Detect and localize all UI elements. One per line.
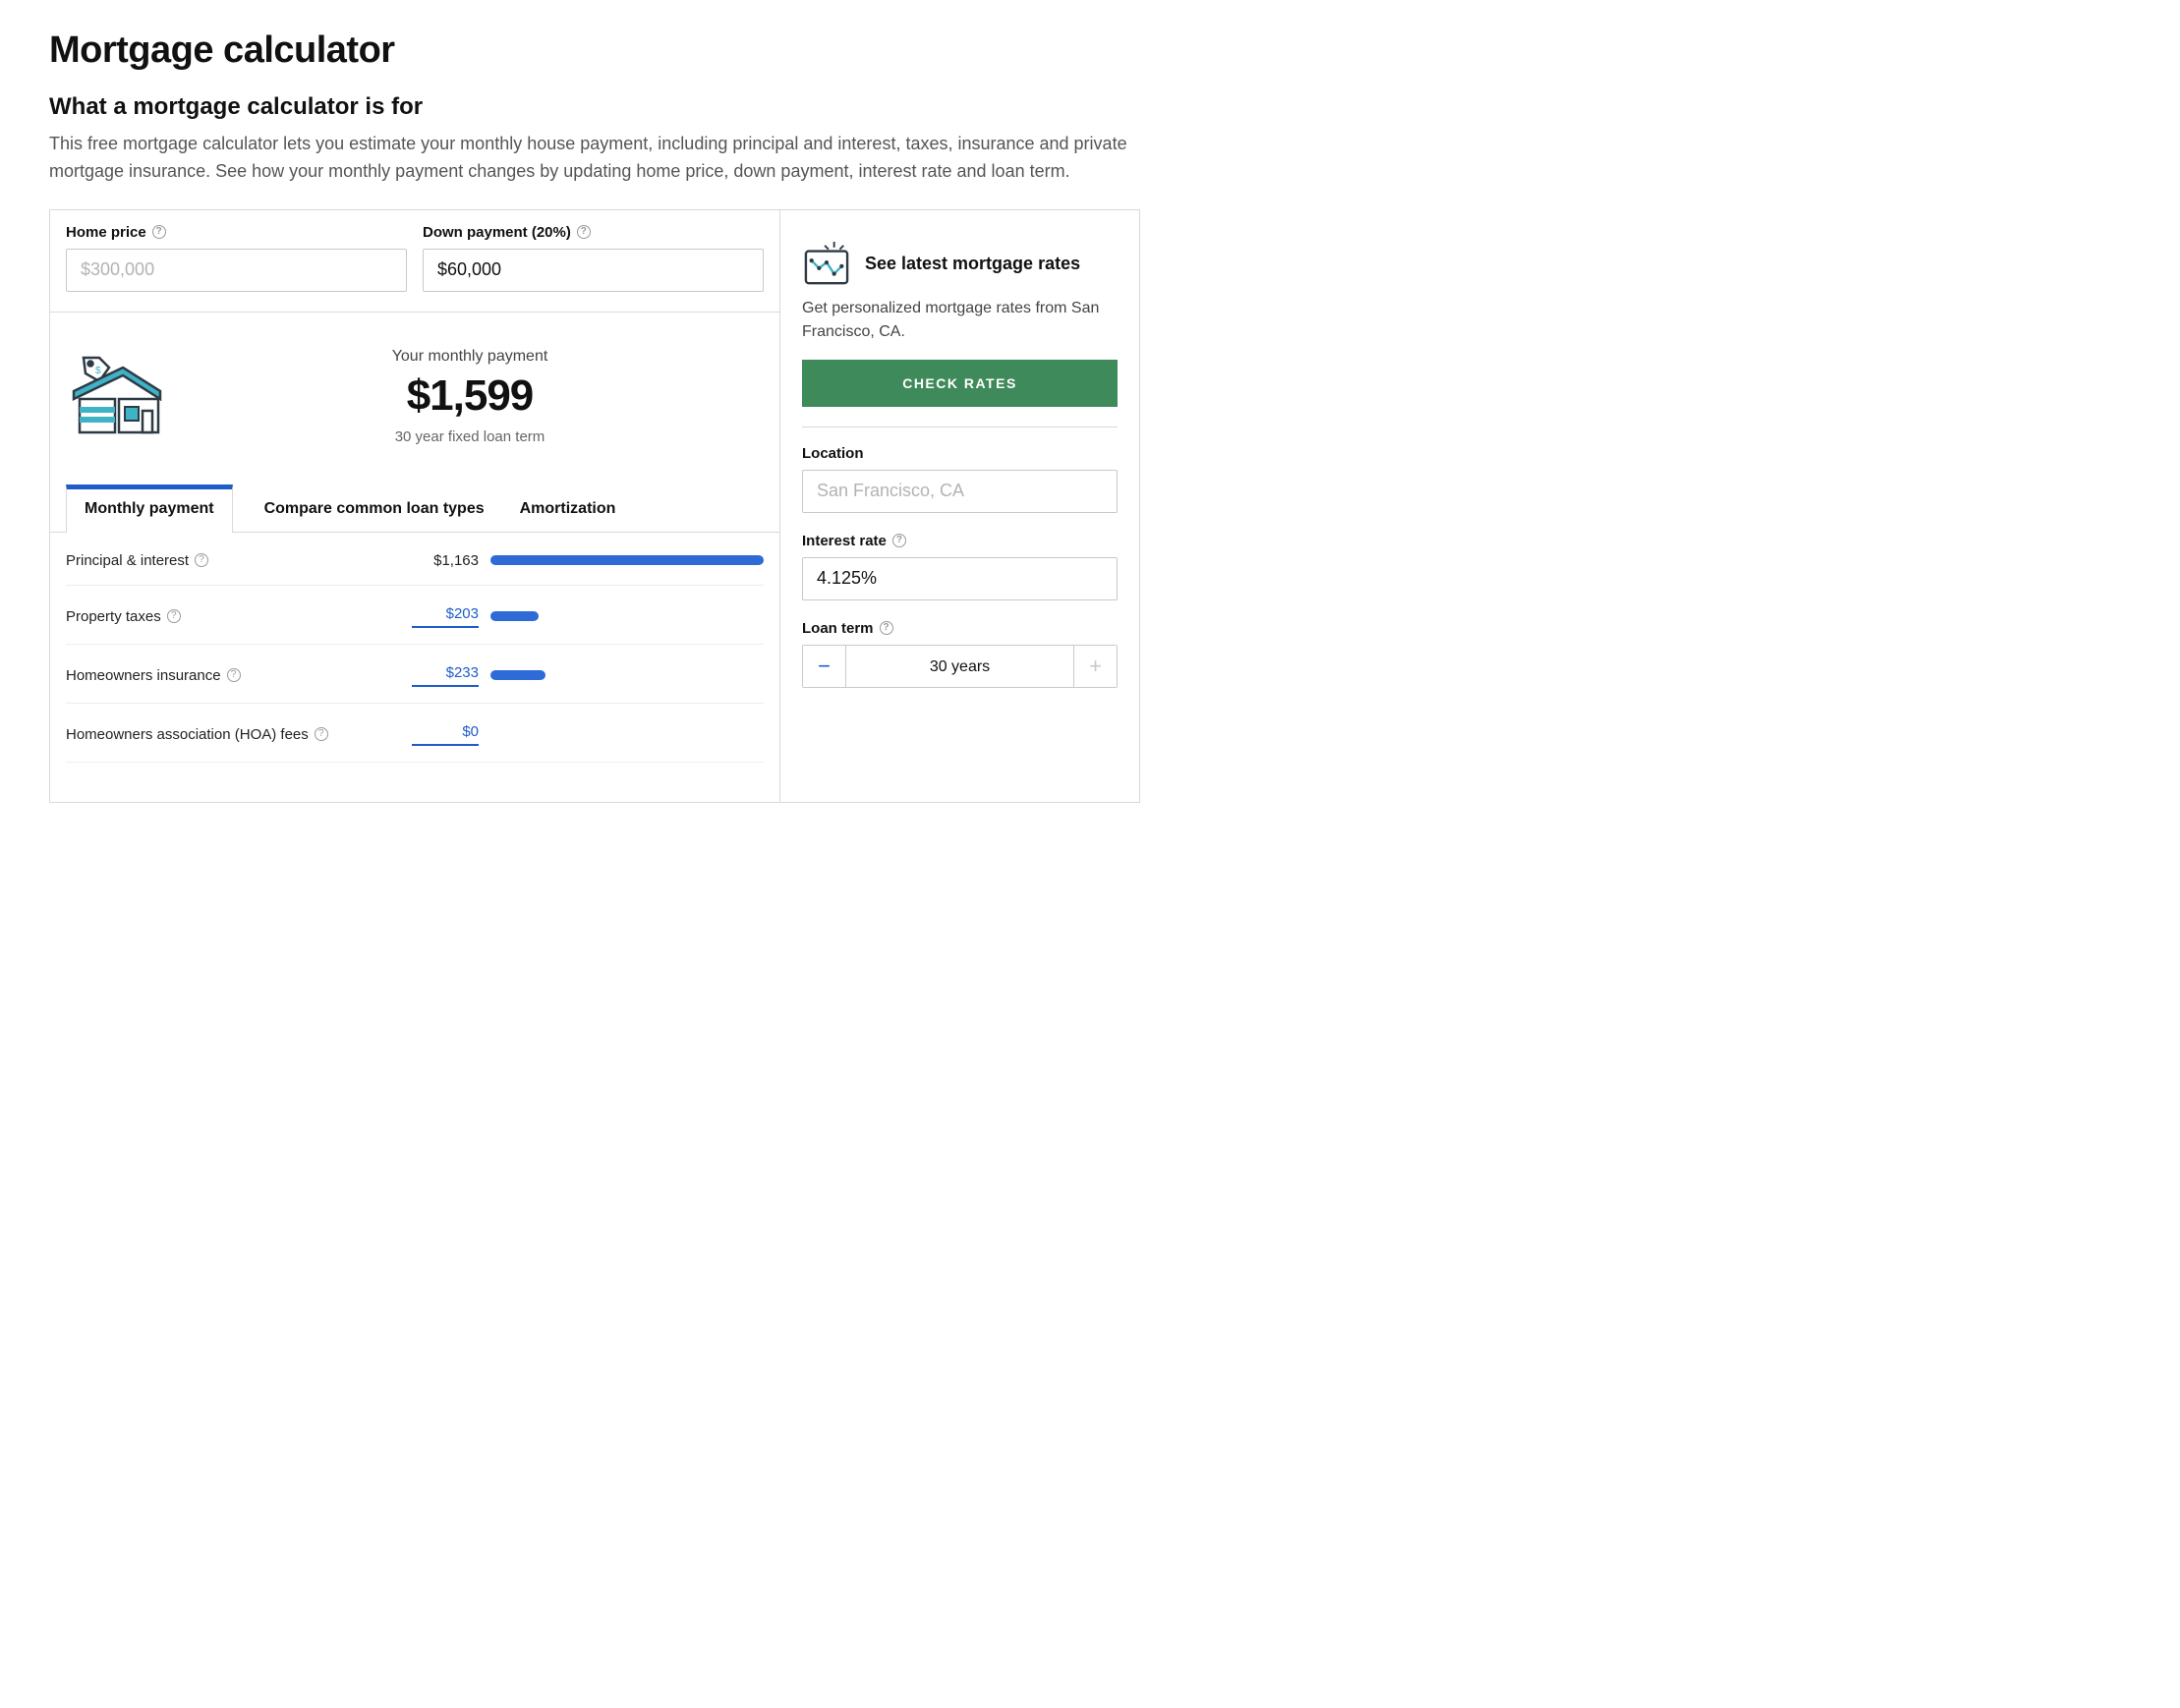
breakdown-row: Homeowners association (HOA) fees? $0: [66, 704, 764, 763]
loan-term-stepper: − 30 years +: [802, 645, 1118, 688]
interest-rate-input[interactable]: [802, 557, 1118, 600]
location-input[interactable]: [802, 470, 1118, 513]
breakdown-value-input[interactable]: $233: [412, 664, 479, 687]
location-label: Location: [802, 445, 864, 462]
help-icon[interactable]: ?: [167, 609, 181, 623]
help-icon[interactable]: ?: [152, 225, 166, 239]
rates-subtext: Get personalized mortgage rates from San…: [802, 297, 1118, 344]
home-price-input[interactable]: [66, 249, 407, 292]
help-icon[interactable]: ?: [227, 668, 241, 682]
breakdown-value-input[interactable]: $203: [412, 605, 479, 628]
breakdown-row: Property taxes? $203: [66, 586, 764, 645]
breakdown-list: Principal & interest? $1,163 Property taxe…: [50, 533, 779, 802]
tab-amortization[interactable]: Amortization: [516, 484, 620, 532]
down-payment-input[interactable]: [423, 249, 764, 292]
loan-term-label: Loan term: [802, 620, 874, 637]
home-price-label: Home price: [66, 224, 146, 241]
breakdown-row-label: Homeowners insurance?: [66, 667, 400, 684]
tab-monthly-payment[interactable]: Monthly payment: [66, 484, 233, 533]
loan-term-value: 30 years: [846, 646, 1073, 687]
tab-compare-common-loan-types[interactable]: Compare common loan types: [260, 484, 488, 532]
breakdown-row-label: Principal & interest?: [66, 552, 400, 569]
breakdown-row-label: Property taxes?: [66, 608, 400, 625]
svg-text:$: $: [95, 366, 101, 376]
rates-title: See latest mortgage rates: [865, 254, 1080, 274]
interest-rate-label: Interest rate: [802, 533, 887, 549]
breakdown-value: $1,163: [412, 552, 479, 569]
breakdown-bar: [490, 670, 764, 680]
section-heading: What a mortgage calculator is for: [49, 93, 1140, 121]
breakdown-row: Principal & interest? $1,163: [66, 533, 764, 586]
loan-term-decrement[interactable]: −: [803, 646, 846, 687]
help-icon[interactable]: ?: [315, 727, 328, 741]
breakdown-bar: [490, 555, 764, 565]
breakdown-row-label: Homeowners association (HOA) fees?: [66, 726, 400, 743]
breakdown-value-input[interactable]: $0: [412, 723, 479, 746]
help-icon[interactable]: ?: [880, 621, 893, 635]
page-title: Mortgage calculator: [49, 29, 1140, 72]
tabs: Monthly payment Compare common loan types…: [50, 484, 779, 533]
check-rates-button[interactable]: CHECK RATES: [802, 360, 1118, 407]
breakdown-bar: [490, 729, 764, 739]
monthly-payment-amount: $1,599: [176, 371, 764, 421]
intro-text: This free mortgage calculator lets you e…: [49, 131, 1140, 186]
help-icon[interactable]: ?: [195, 553, 208, 567]
loan-term-increment[interactable]: +: [1073, 646, 1117, 687]
down-payment-label: Down payment (20%): [423, 224, 571, 241]
rates-chart-icon: [802, 242, 851, 287]
house-price-icon: $: [66, 352, 164, 440]
help-icon[interactable]: ?: [577, 225, 591, 239]
monthly-payment-label: Your monthly payment: [176, 348, 764, 366]
breakdown-row: Homeowners insurance? $233: [66, 645, 764, 704]
calculator-shell: Home price ? Down payment (20%) ?: [49, 209, 1140, 803]
breakdown-bar: [490, 611, 764, 621]
help-icon[interactable]: ?: [892, 534, 906, 547]
monthly-payment-term: 30 year fixed loan term: [176, 428, 764, 445]
